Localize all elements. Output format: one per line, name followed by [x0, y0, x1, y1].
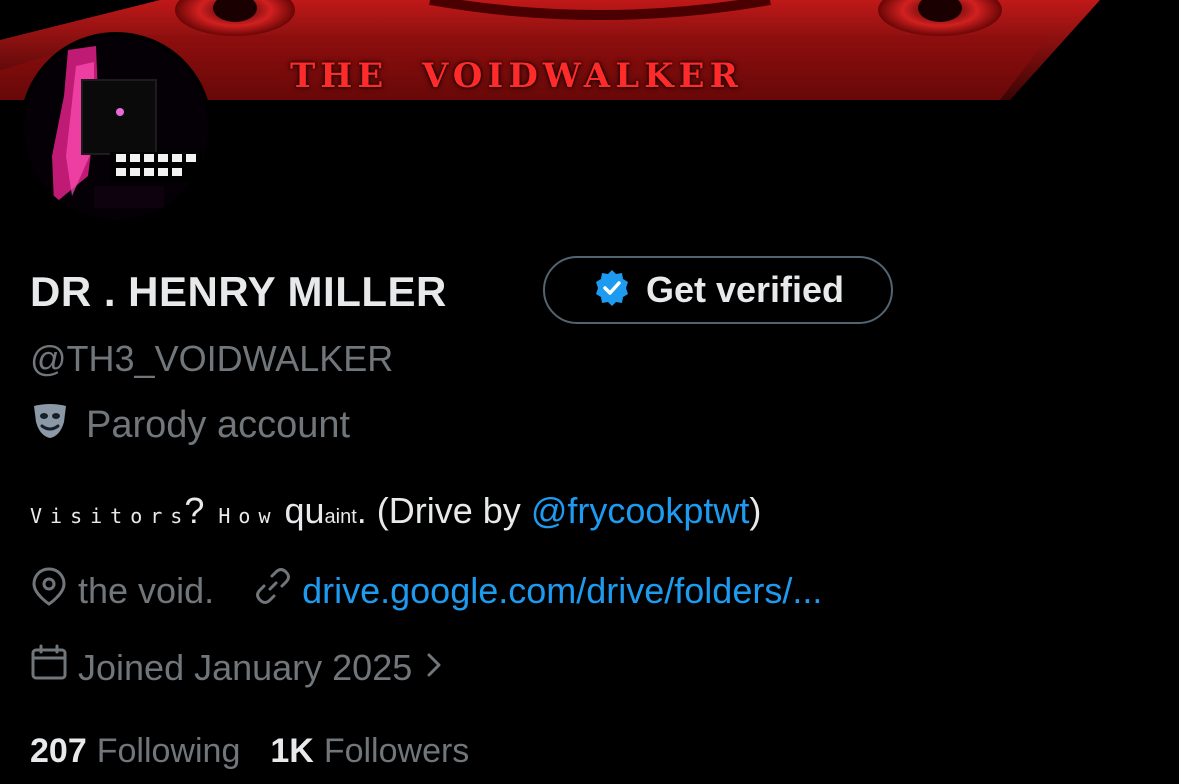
- bio: Visitors ? How qu a int . (Drive by @fryco…: [30, 490, 761, 532]
- followers-label: Followers: [323, 732, 470, 770]
- follow-stats: 207 Following 1K Followers: [30, 732, 469, 771]
- bio-text-3: How: [218, 504, 279, 528]
- parody-text: Parody account: [86, 403, 351, 446]
- display-name: DR . HENRY MILLER: [30, 268, 447, 315]
- avatar-art: [24, 36, 208, 220]
- followers-stat[interactable]: 1K Followers: [270, 732, 469, 771]
- link-icon: [254, 567, 292, 614]
- location: the void.: [30, 566, 214, 615]
- get-verified-button[interactable]: Get verified: [543, 256, 893, 324]
- handle: @TH3_VOIDWALKER: [30, 338, 394, 379]
- bio-text-sup1: a: [324, 506, 336, 528]
- followers-count: 1K: [270, 732, 314, 770]
- bio-mention-link[interactable]: @frycookptwt: [531, 490, 750, 532]
- joined-date[interactable]: Joined January 2025: [30, 644, 446, 691]
- bio-text-1: Visitors: [30, 504, 191, 528]
- shield-check-icon: [592, 268, 632, 313]
- website[interactable]: drive.google.com/drive/folders/...: [254, 567, 822, 614]
- following-label: Following: [96, 732, 241, 770]
- chevron-right-icon: [422, 647, 446, 689]
- bio-text-5: ): [749, 490, 762, 531]
- get-verified-label: Get verified: [645, 269, 845, 310]
- following-count: 207: [30, 732, 87, 770]
- location-text: the void.: [78, 569, 215, 611]
- avatar[interactable]: [24, 36, 208, 220]
- location-pin-icon: [30, 566, 68, 615]
- bio-text-sup2: int: [335, 506, 357, 528]
- joined-text: Joined January 2025: [78, 646, 413, 688]
- profile-meta: the void. drive.google.com/drive/folders…: [30, 566, 822, 615]
- website-link[interactable]: drive.google.com/drive/folders/...: [302, 570, 822, 612]
- following-stat[interactable]: 207 Following: [30, 732, 240, 771]
- banner-title: THE VOIDWALKER: [290, 56, 743, 96]
- calendar-icon: [30, 644, 68, 691]
- bio-text-q: qu: [284, 490, 325, 531]
- bio-text-4: . (Drive by: [356, 490, 521, 531]
- bio-text-2: ?: [184, 490, 205, 531]
- theater-mask-icon: [30, 400, 70, 450]
- parody-label: Parody account: [30, 400, 350, 450]
